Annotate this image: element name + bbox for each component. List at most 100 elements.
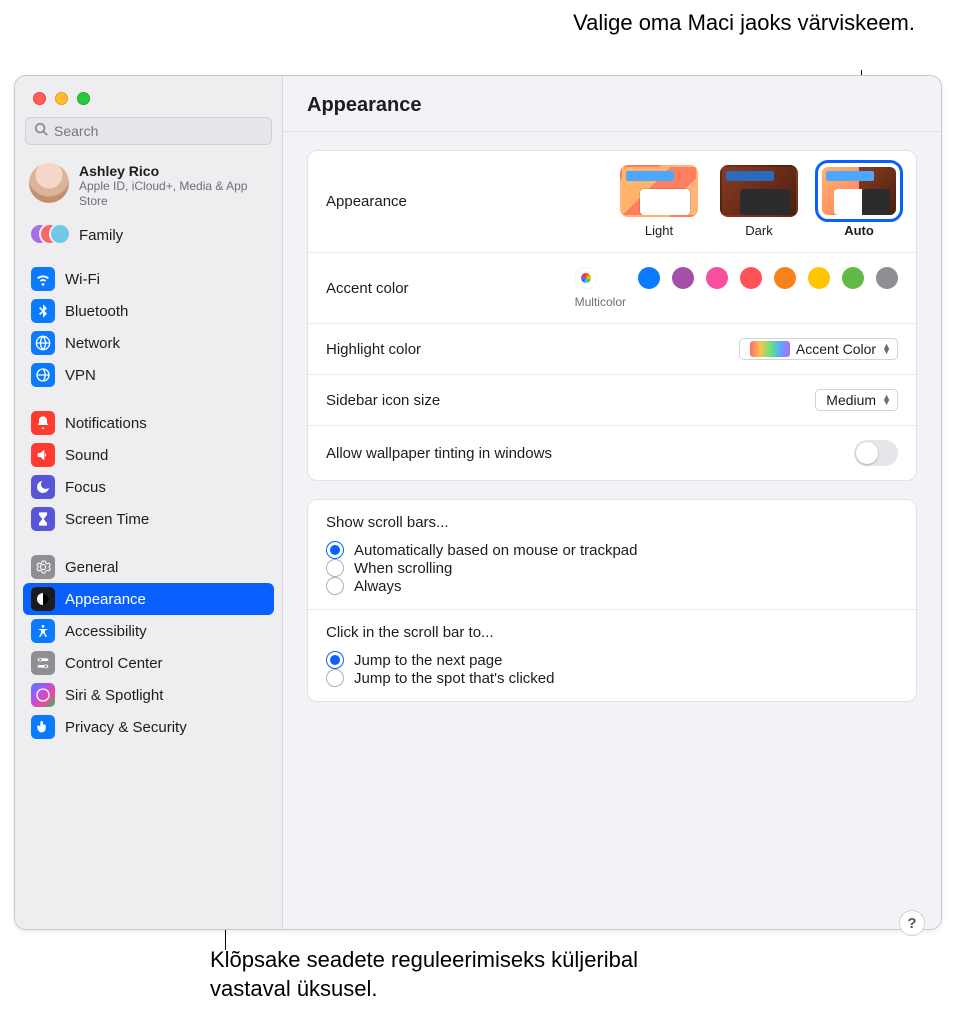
accent-swatch[interactable] [672, 267, 694, 289]
radio-option[interactable]: Jump to the spot that's clicked [326, 669, 898, 687]
family-icon [29, 223, 69, 247]
sidebar-item-label: Focus [65, 479, 106, 496]
highlight-row: Highlight color Accent Color ▲▼ [308, 324, 916, 375]
family-row[interactable]: Family [15, 217, 282, 259]
radio-label: When scrolling [354, 560, 452, 577]
page-title: Appearance [283, 76, 941, 132]
sidebar-section-alerts: Notifications Sound Focus Screen Time [15, 403, 282, 539]
appearance-option-label: Light [620, 223, 698, 238]
radio-label: Jump to the spot that's clicked [354, 670, 554, 687]
moon-icon [31, 475, 55, 499]
accessibility-icon [31, 619, 55, 643]
scrollclick-title: Click in the scroll bar to... [326, 624, 898, 641]
accent-swatch[interactable] [808, 267, 830, 289]
family-label: Family [79, 227, 123, 244]
sidebar-item-label: Accessibility [65, 623, 147, 640]
radio-label: Always [354, 578, 402, 595]
search-icon [34, 122, 48, 141]
sidebar-icon-popup[interactable]: Medium ▲▼ [815, 389, 898, 411]
help-button[interactable]: ? [899, 910, 925, 936]
radio-button[interactable] [326, 559, 344, 577]
sidebar-item-appearance[interactable]: Appearance [23, 583, 274, 615]
vpn-icon [31, 363, 55, 387]
sidebar-item-notifications[interactable]: Notifications [23, 407, 274, 439]
sidebar-item-label: Appearance [65, 591, 146, 608]
sidebar-item-label: Wi-Fi [65, 271, 100, 288]
sidebar-item-wi-fi[interactable]: Wi-Fi [23, 263, 274, 295]
settings-window: Ashley Rico Apple ID, iCloud+, Media & A… [14, 75, 942, 930]
appearance-icon [31, 587, 55, 611]
radio-option[interactable]: When scrolling [326, 559, 898, 577]
appearance-option-dark[interactable]: Dark [720, 165, 798, 238]
radio-label: Jump to the next page [354, 652, 502, 669]
radio-option[interactable]: Always [326, 577, 898, 595]
gear-icon [31, 555, 55, 579]
radio-button[interactable] [326, 669, 344, 687]
sidebar-item-screen-time[interactable]: Screen Time [23, 503, 274, 535]
accent-row: Accent color Multicolor [308, 253, 916, 324]
sidebar-item-label: Notifications [65, 415, 147, 432]
search-input[interactable] [54, 123, 263, 139]
accent-swatch[interactable] [740, 267, 762, 289]
sidebar-item-siri-spotlight[interactable]: Siri & Spotlight [23, 679, 274, 711]
appearance-label: Appearance [326, 193, 407, 210]
radio-option[interactable]: Jump to the next page [326, 651, 898, 669]
appearance-option-label: Dark [720, 223, 798, 238]
scroll-card: Show scroll bars... Automatically based … [307, 499, 917, 702]
accent-swatch[interactable] [575, 267, 597, 289]
main-panel: Appearance Appearance Light Dark Auto Acce… [283, 76, 941, 929]
tinting-toggle[interactable] [854, 440, 898, 466]
appearance-option-light[interactable]: Light [620, 165, 698, 238]
accent-options: Multicolor [575, 267, 898, 309]
highlight-value: Accent Color [796, 341, 876, 357]
search-field[interactable] [25, 117, 272, 145]
accent-swatch[interactable] [876, 267, 898, 289]
sidebar-item-network[interactable]: Network [23, 327, 274, 359]
accent-caption: Multicolor [575, 295, 626, 309]
sidebar-item-vpn[interactable]: VPN [23, 359, 274, 391]
radio-button[interactable] [326, 577, 344, 595]
siri-icon [31, 683, 55, 707]
zoom-button[interactable] [77, 92, 90, 105]
radio-option[interactable]: Automatically based on mouse or trackpad [326, 541, 898, 559]
scrollclick-group: Click in the scroll bar to... Jump to th… [326, 624, 898, 687]
sidebar-item-general[interactable]: General [23, 551, 274, 583]
accent-swatch[interactable] [638, 267, 660, 289]
accent-swatch[interactable] [706, 267, 728, 289]
sidebar-item-label: Screen Time [65, 511, 149, 528]
sidebar-icon-label: Sidebar icon size [326, 392, 440, 409]
sidebar-icon-row: Sidebar icon size Medium ▲▼ [308, 375, 916, 426]
scrollbars-title: Show scroll bars... [326, 514, 898, 531]
sidebar-section-system: General Appearance Accessibility Control Ce… [15, 547, 282, 747]
radio-label: Automatically based on mouse or trackpad [354, 542, 637, 559]
highlight-popup[interactable]: Accent Color ▲▼ [739, 338, 898, 360]
appearance-option-auto[interactable]: Auto [820, 165, 898, 238]
radio-button[interactable] [326, 541, 344, 559]
sidebar-item-label: Siri & Spotlight [65, 687, 163, 704]
appearance-card: Appearance Light Dark Auto Accent color Mu… [307, 150, 917, 481]
sidebar-item-sound[interactable]: Sound [23, 439, 274, 471]
accent-label: Accent color [326, 280, 409, 297]
highlight-label: Highlight color [326, 341, 421, 358]
sidebar-item-privacy-security[interactable]: Privacy & Security [23, 711, 274, 743]
radio-button[interactable] [326, 651, 344, 669]
minimize-button[interactable] [55, 92, 68, 105]
tinting-row: Allow wallpaper tinting in windows [308, 426, 916, 480]
sidebar-item-control-center[interactable]: Control Center [23, 647, 274, 679]
window-controls [15, 76, 282, 117]
accent-swatch[interactable] [774, 267, 796, 289]
appearance-options: Light Dark Auto [620, 165, 898, 238]
account-name: Ashley Rico [79, 163, 268, 179]
annotation-bottom: Klõpsake seadete reguleerimiseks küljeri… [210, 945, 660, 1004]
controls-icon [31, 651, 55, 675]
sidebar-item-accessibility[interactable]: Accessibility [23, 615, 274, 647]
hand-icon [31, 715, 55, 739]
scrollbars-group: Show scroll bars... Automatically based … [326, 514, 898, 595]
hourglass-icon [31, 507, 55, 531]
chevron-updown-icon: ▲▼ [882, 395, 891, 405]
close-button[interactable] [33, 92, 46, 105]
sidebar-item-bluetooth[interactable]: Bluetooth [23, 295, 274, 327]
sidebar-item-focus[interactable]: Focus [23, 471, 274, 503]
account-row[interactable]: Ashley Rico Apple ID, iCloud+, Media & A… [15, 155, 282, 217]
accent-swatch[interactable] [842, 267, 864, 289]
